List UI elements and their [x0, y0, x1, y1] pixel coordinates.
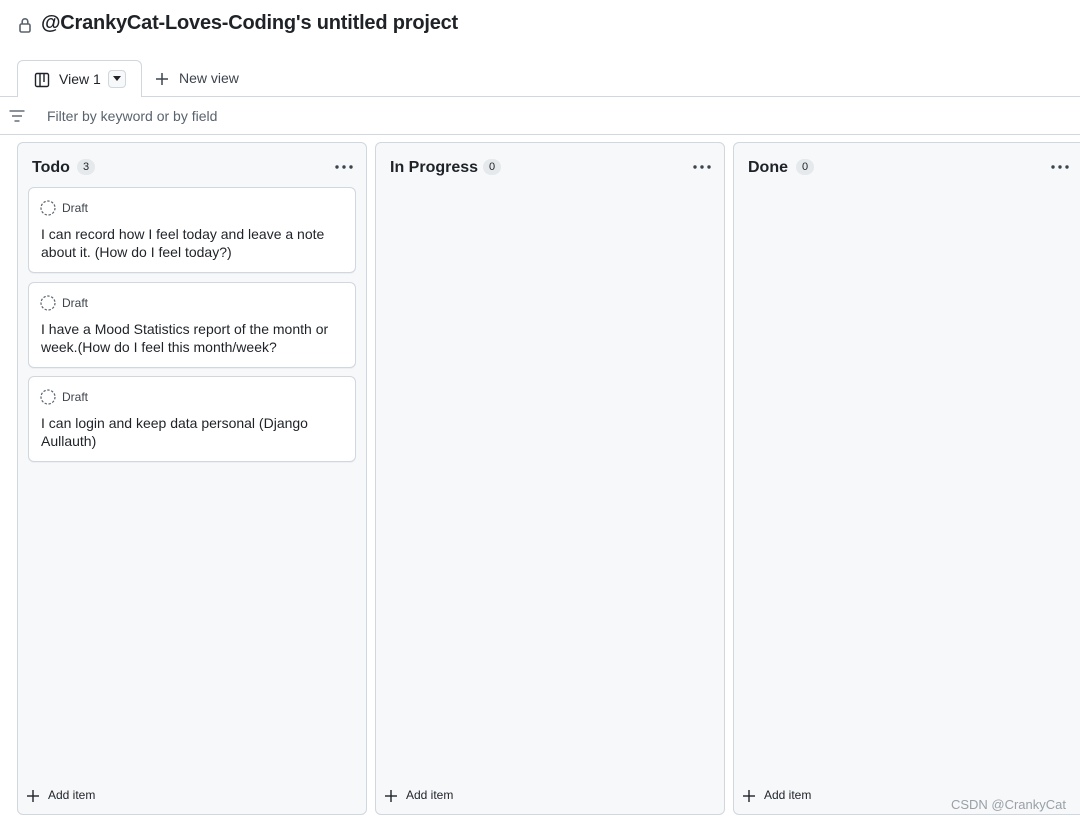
watermark-text: CSDN @CrankyCat — [950, 797, 1066, 812]
plus-icon — [27, 790, 39, 802]
plus-icon — [156, 73, 168, 85]
kebab-horizontal-icon — [335, 165, 353, 169]
card-status: Draft — [62, 201, 89, 215]
triangle-down-icon — [113, 76, 121, 81]
draft-issue-icon — [40, 389, 56, 405]
draft-issue-icon — [40, 200, 56, 216]
card-title[interactable]: I have a Mood Statistics report of the m… — [41, 320, 351, 356]
board-icon — [34, 72, 50, 88]
card-title[interactable]: I can login and keep data personal (Djan… — [41, 414, 351, 450]
column-menu-button[interactable] — [690, 157, 714, 177]
filter-bar — [0, 97, 1080, 135]
tab-view-1[interactable]: View 1 — [17, 60, 142, 98]
column-title: In Progress — [390, 159, 479, 176]
column-done: Done 0 Add item — [733, 142, 1080, 815]
column-count-badge: 0 — [796, 159, 814, 175]
view-tabbar: View 1 New view — [0, 60, 1080, 98]
lock-icon — [19, 18, 31, 33]
column-in-progress: In Progress 0 Add item — [375, 142, 725, 815]
card-title[interactable]: I can record how I feel today and leave … — [41, 225, 351, 261]
new-view-label: New view — [179, 70, 239, 86]
add-item-button[interactable]: Add item — [742, 786, 862, 806]
card-status: Draft — [62, 390, 89, 404]
item-card[interactable]: Draft I can record how I feel today and … — [28, 187, 356, 273]
column-header: Todo 3 — [18, 143, 366, 187]
card-status: Draft — [62, 296, 89, 310]
add-item-button[interactable]: Add item — [26, 786, 146, 806]
item-card[interactable]: Draft I have a Mood Statistics report of… — [28, 282, 356, 368]
kebab-horizontal-icon — [693, 165, 711, 169]
plus-icon — [385, 790, 397, 802]
column-count-badge: 3 — [77, 159, 95, 175]
column-todo: Todo 3 Draft I can record how I feel tod… — [17, 142, 367, 815]
project-title[interactable]: @CrankyCat-Loves-Coding's untitled proje… — [41, 12, 458, 35]
column-menu-button[interactable] — [332, 157, 356, 177]
column-title: Todo — [32, 159, 70, 176]
add-item-label: Add item — [48, 788, 96, 802]
kebab-horizontal-icon — [1051, 165, 1069, 169]
view-options-dropdown[interactable] — [108, 70, 126, 88]
item-card[interactable]: Draft I can login and keep data personal… — [28, 376, 356, 462]
project-header: @CrankyCat-Loves-Coding's untitled proje… — [0, 0, 1080, 52]
draft-issue-icon — [40, 295, 56, 311]
column-title: Done — [748, 159, 788, 176]
filter-input[interactable] — [36, 103, 636, 129]
add-item-label: Add item — [406, 788, 454, 802]
add-item-label: Add item — [764, 788, 812, 802]
tab-label: View 1 — [59, 71, 101, 87]
add-item-button[interactable]: Add item — [384, 786, 504, 806]
column-menu-button[interactable] — [1048, 157, 1072, 177]
plus-icon — [743, 790, 755, 802]
filter-icon[interactable] — [9, 110, 25, 122]
column-header: In Progress 0 — [376, 143, 724, 187]
column-count-badge: 0 — [483, 159, 501, 175]
column-header: Done 0 — [734, 143, 1080, 187]
